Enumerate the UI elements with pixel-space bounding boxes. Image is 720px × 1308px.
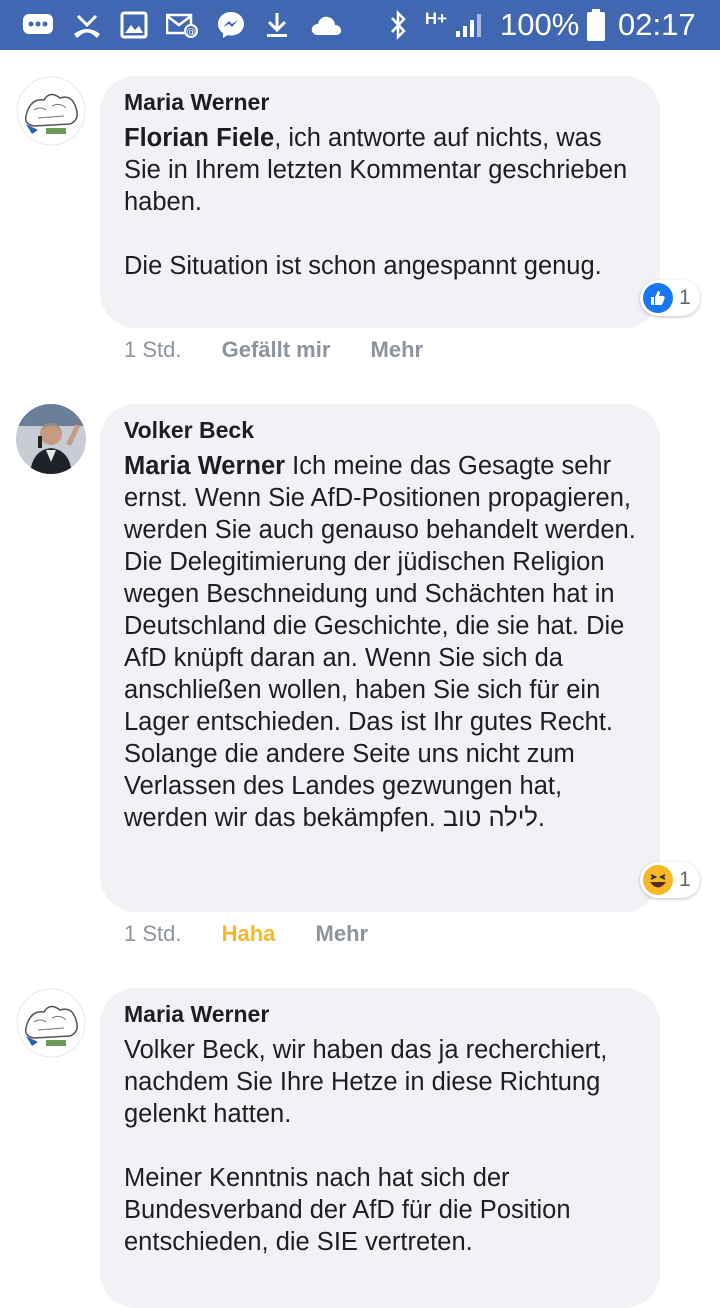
comment-bubble: Volker Beck Maria Werner Ich meine das G… [100,404,660,912]
comment-text-part: Meiner Kenntnis nach hat sich der Bundes… [124,1164,571,1256]
comment-actions: 1 Std. Haha Mehr [124,918,368,950]
comment-text: Volker Beck, wir haben das ja recherchie… [124,1034,636,1258]
haha-button[interactable]: Haha [222,918,276,950]
reaction-count: 1 [679,868,691,891]
comment-bubble: Maria Werner Florian Fiele, ich antworte… [100,76,660,328]
more-button[interactable]: Mehr [316,918,369,950]
clock: 02:17 [618,7,696,42]
signal-icon [452,0,486,50]
like-icon [643,283,673,313]
comment-text: Maria Werner Ich meine das Gesagte sehr … [124,450,636,834]
bluetooth-icon [384,0,412,50]
comment-text: Florian Fiele, ich antworte auf nichts, … [124,122,636,282]
avatar-drawing-icon [16,988,86,1058]
comment-text-part: Ich meine das Gesagte sehr ernst. Wenn S… [124,452,636,832]
avatar-photo-icon [16,404,86,474]
haha-icon [643,865,673,895]
comment-text-part: Volker Beck, wir haben das ja recherchie… [124,1036,608,1128]
comment-author[interactable]: Maria Werner [124,88,636,116]
svg-text:@: @ [186,27,196,38]
chat-notification-icon [20,0,56,50]
avatar[interactable] [16,988,86,1058]
comment-actions: 1 Std. Gefällt mir Mehr [124,334,423,366]
gallery-icon [118,0,150,50]
email-icon: @ [164,0,200,50]
mention-link[interactable]: Maria Werner [124,452,285,480]
network-type-label: H+ [424,9,448,28]
comment-author[interactable]: Volker Beck [124,416,636,444]
messenger-icon [214,0,248,50]
comment-timestamp[interactable]: 1 Std. [124,918,181,950]
mention-link[interactable]: Florian Fiele [124,124,274,152]
missed-call-icon [70,0,104,50]
comment-bubble: Maria Werner Volker Beck, wir haben das … [100,988,660,1308]
reaction-summary[interactable]: 1 [640,280,700,316]
download-icon [262,0,292,50]
comment-author[interactable]: Maria Werner [124,1000,636,1028]
more-button[interactable]: Mehr [371,334,424,366]
avatar[interactable] [16,404,86,474]
reaction-count: 1 [679,286,691,309]
battery-percentage: 100% [500,7,580,42]
network-type-icon: H+ [418,0,454,50]
cloud-icon [306,0,346,50]
avatar-drawing-icon [16,76,86,146]
battery-icon [584,0,608,50]
avatar[interactable] [16,76,86,146]
status-bar: @ H+ 100% 02:17 [0,0,720,50]
reaction-summary[interactable]: 1 [640,862,700,898]
like-button[interactable]: Gefällt mir [222,334,331,366]
comment-timestamp[interactable]: 1 Std. [124,334,181,366]
comment-text-part: Die Situation ist schon angespannt genug… [124,252,602,280]
